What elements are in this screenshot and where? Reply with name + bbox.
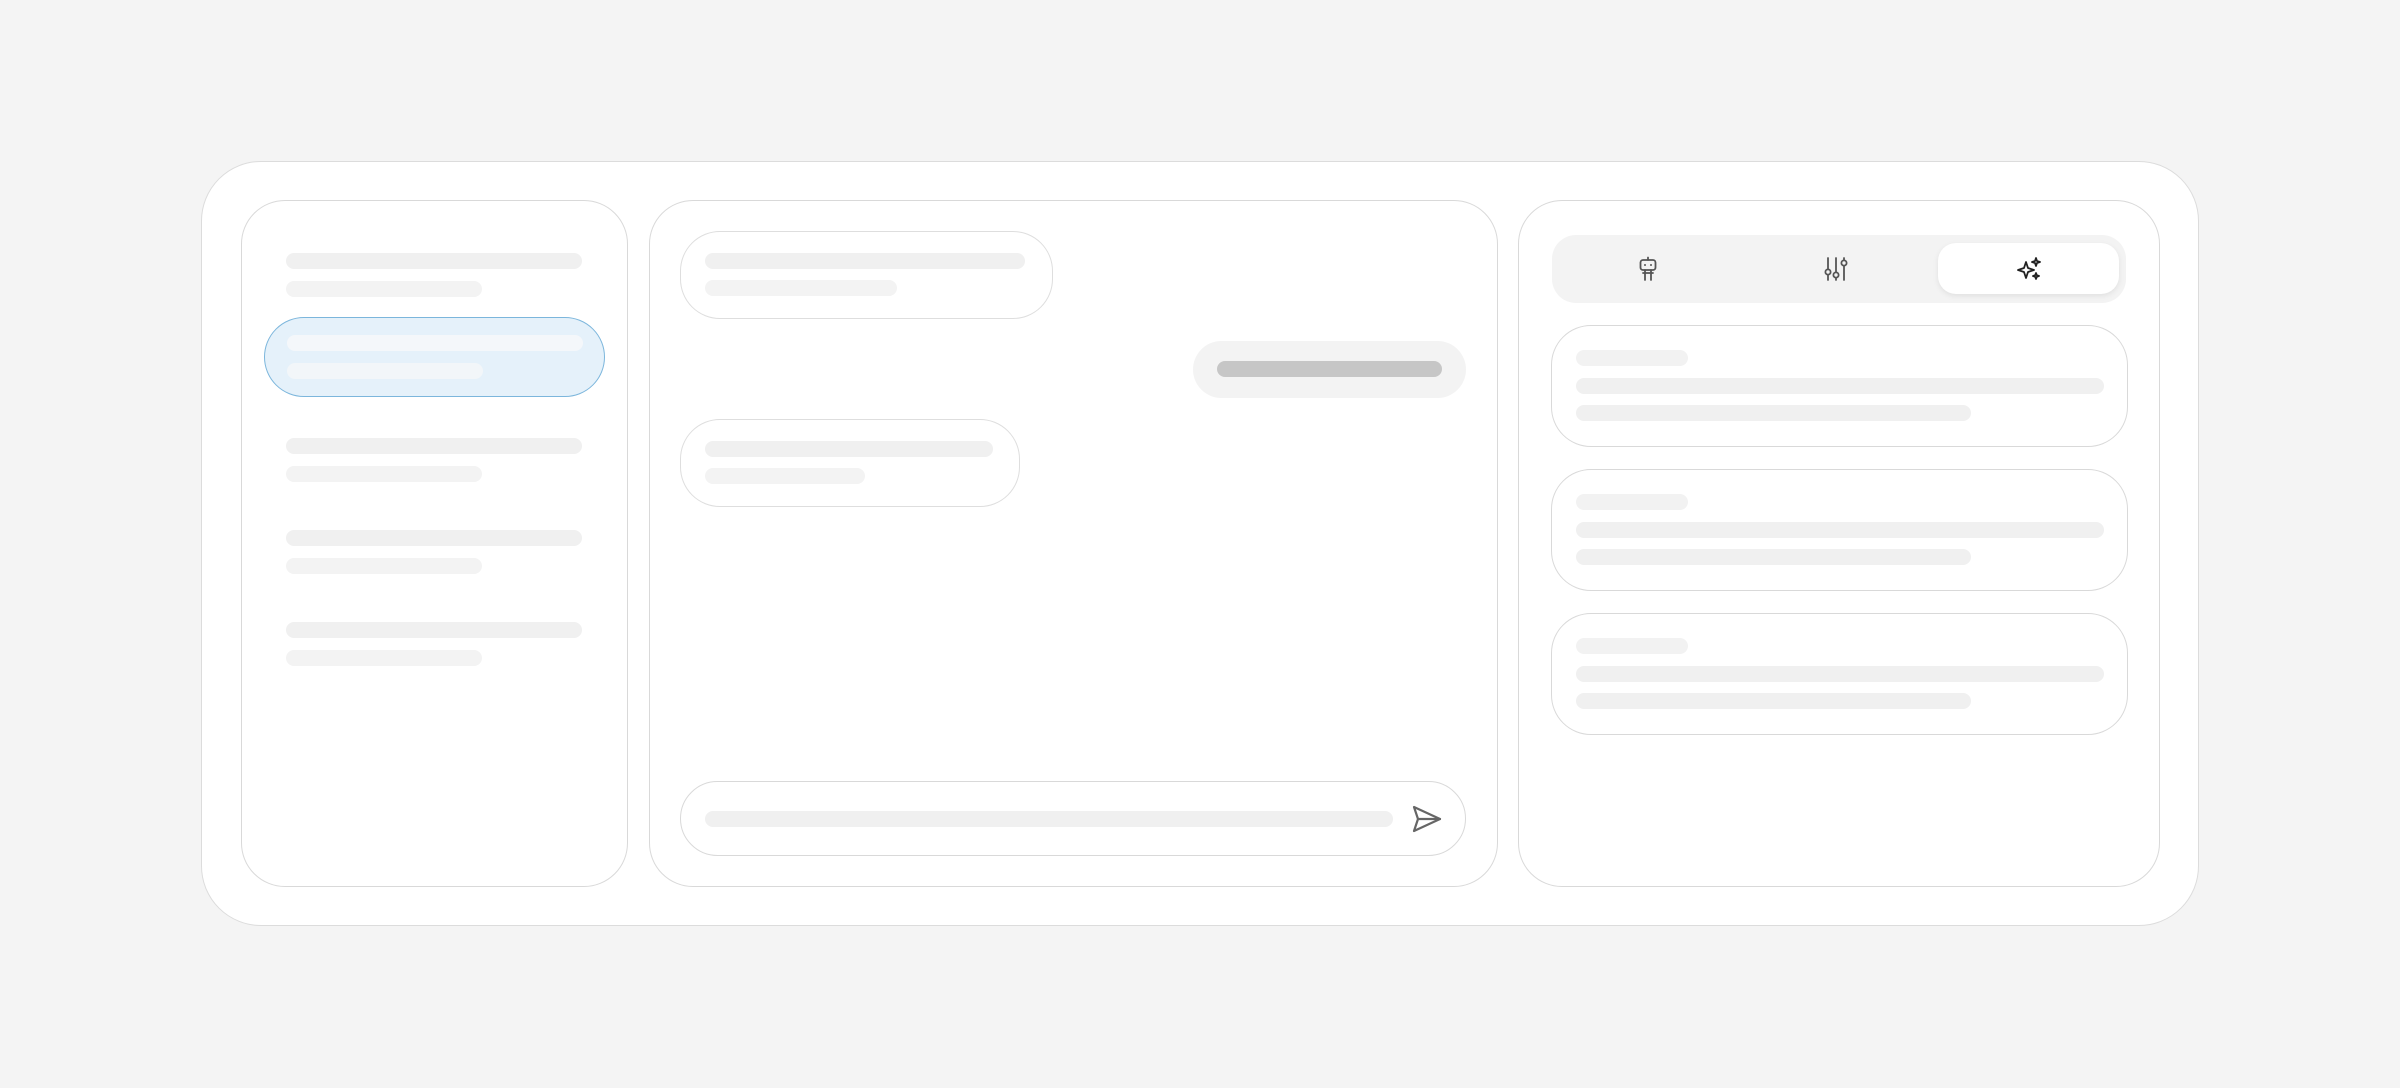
- session-list-item[interactable]: [264, 606, 605, 686]
- skeleton-line: [1576, 350, 1688, 366]
- skeleton-line: [705, 441, 993, 457]
- tools-panel: [1518, 200, 2160, 887]
- skeleton-line: [1576, 549, 1971, 565]
- skeleton-line: [1576, 494, 1688, 510]
- chat-panel: [649, 200, 1498, 887]
- skeleton-line: [286, 622, 582, 638]
- suggestion-card[interactable]: [1551, 469, 2128, 591]
- send-button[interactable]: [1411, 803, 1443, 835]
- session-list-item[interactable]: [264, 422, 605, 502]
- skeleton-line: [1576, 693, 1971, 709]
- sparkles-icon: [2016, 256, 2041, 280]
- tab-settings[interactable]: [1745, 243, 1926, 294]
- skeleton-line: [1576, 522, 2104, 538]
- skeleton-line: [286, 438, 582, 454]
- suggestion-card[interactable]: [1551, 325, 2128, 447]
- assistant-message: [680, 231, 1053, 319]
- suggestion-card[interactable]: [1551, 613, 2128, 735]
- session-list-panel: [241, 200, 628, 887]
- skeleton-line: [286, 558, 482, 574]
- skeleton-line: [705, 468, 865, 484]
- app-window: [201, 161, 2199, 926]
- skeleton-line: [1576, 638, 1688, 654]
- skeleton-line: [705, 253, 1025, 269]
- input-placeholder-skeleton: [705, 811, 1393, 827]
- skeleton-line: [1576, 666, 2104, 682]
- robot-icon: [1639, 256, 1656, 281]
- user-message: [1193, 341, 1466, 398]
- session-list-item-selected[interactable]: [264, 317, 605, 397]
- skeleton-line: [1217, 361, 1442, 377]
- send-icon: [1412, 805, 1442, 833]
- skeleton-line: [1576, 378, 2104, 394]
- skeleton-line: [286, 650, 482, 666]
- tab-bar: [1552, 235, 2126, 303]
- skeleton-line: [705, 280, 897, 296]
- session-list-item[interactable]: [264, 237, 605, 317]
- session-list-item[interactable]: [264, 514, 605, 594]
- message-composer[interactable]: [680, 781, 1466, 856]
- skeleton-line: [287, 363, 483, 379]
- skeleton-line: [286, 466, 482, 482]
- skeleton-line: [1576, 405, 1971, 421]
- assistant-message: [680, 419, 1020, 507]
- skeleton-line: [286, 253, 582, 269]
- sliders-icon: [1824, 256, 1847, 281]
- skeleton-line: [286, 281, 482, 297]
- tab-ai-assist[interactable]: [1938, 243, 2119, 294]
- tab-agent[interactable]: [1557, 243, 1738, 294]
- skeleton-line: [286, 530, 582, 546]
- skeleton-line: [287, 335, 583, 351]
